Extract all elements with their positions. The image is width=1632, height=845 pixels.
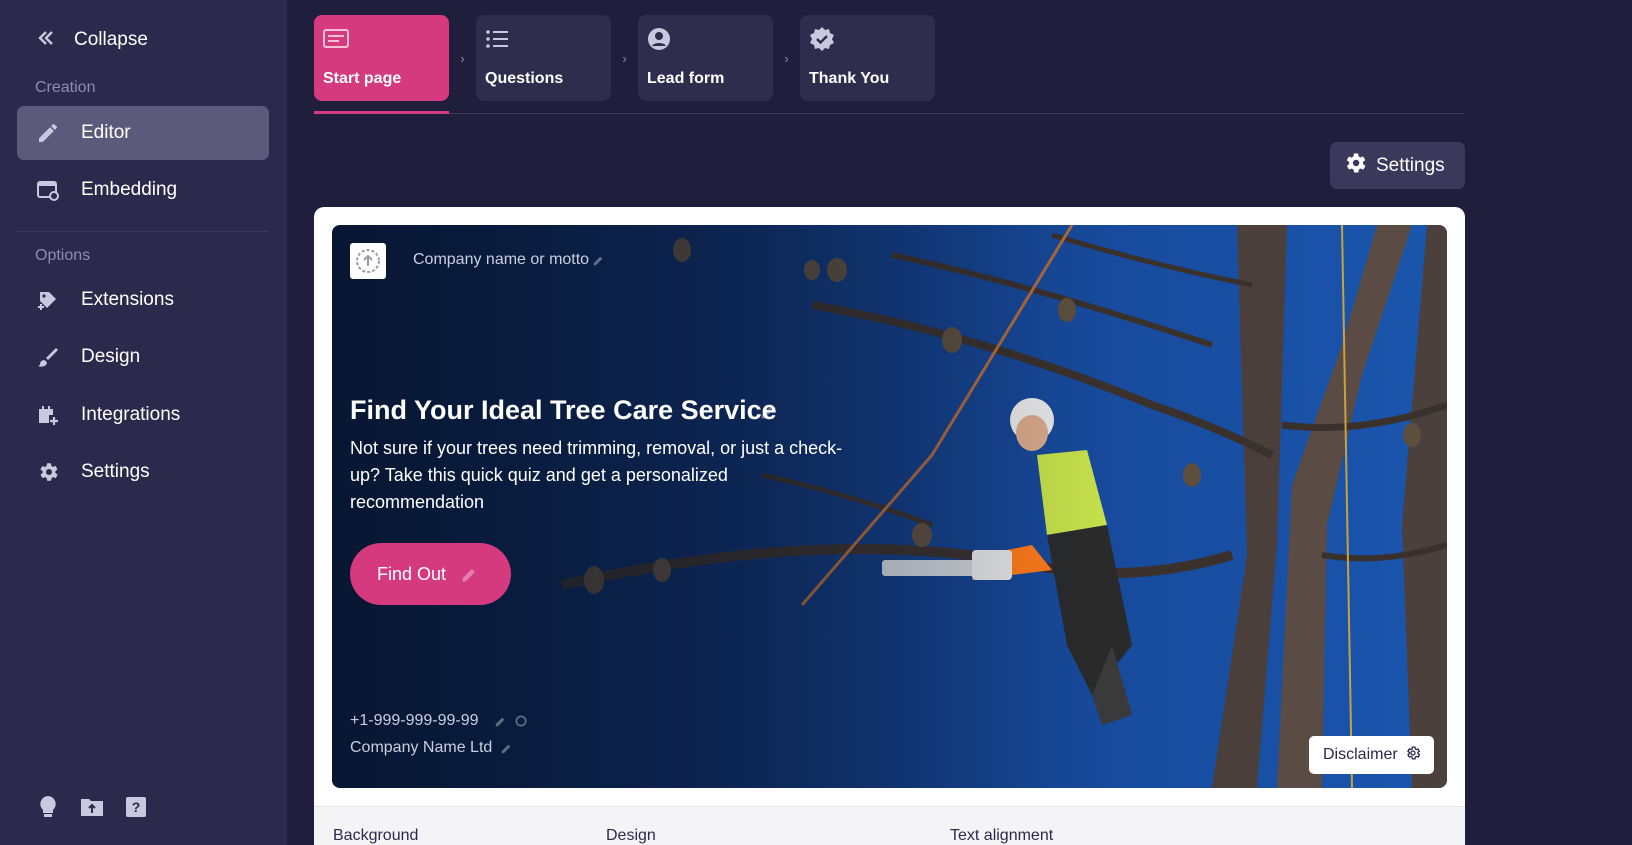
sidebar-item-design[interactable]: Design: [17, 330, 269, 384]
gear-icon[interactable]: [514, 714, 528, 733]
design-label: Design: [606, 827, 656, 844]
tabs-divider: [314, 113, 1465, 114]
active-tab-indicator: [314, 111, 449, 114]
brush-icon: [35, 344, 61, 370]
settings-button[interactable]: Settings: [1330, 142, 1465, 189]
tab-start-page[interactable]: Start page: [314, 15, 449, 101]
disclaimer-button[interactable]: Disclaimer: [1309, 736, 1434, 774]
tab-thank-you[interactable]: Thank You: [800, 15, 935, 101]
gear-icon: [1342, 150, 1368, 181]
find-out-button[interactable]: Find Out: [350, 543, 511, 605]
edit-pencil-icon[interactable]: [759, 401, 779, 426]
sidebar-item-embedding[interactable]: Embedding: [17, 163, 269, 217]
sidebar-bottom-icons: ?: [36, 794, 148, 820]
embed-icon: [35, 177, 61, 203]
sidebar-item-extensions[interactable]: Extensions: [17, 273, 269, 327]
double-chevron-left-icon: [36, 28, 56, 53]
hero-description[interactable]: Not sure if your trees need trimming, re…: [350, 435, 860, 516]
hero-title[interactable]: Find Your Ideal Tree Care Service: [350, 395, 777, 426]
svg-text:?: ?: [132, 799, 141, 815]
sidebar-item-label: Design: [81, 346, 141, 367]
phone-number[interactable]: +1-999-999-99-99: [350, 712, 479, 730]
sidebar: Collapse Creation Editor Embedding Optio…: [0, 0, 287, 845]
verified-icon: [809, 25, 837, 53]
app-root: Collapse Creation Editor Embedding Optio…: [0, 0, 1632, 845]
sidebar-item-editor[interactable]: Editor: [17, 106, 269, 160]
list-icon: [485, 25, 513, 53]
sidebar-divider: [17, 231, 269, 232]
gear-icon: [35, 459, 61, 485]
background-label: Background: [333, 827, 419, 844]
tab-label: Thank You: [809, 70, 890, 87]
sidebar-item-label: Editor: [81, 122, 131, 143]
logo-upload-button[interactable]: [350, 243, 386, 279]
tab-label: Start page: [323, 70, 402, 87]
gear-icon: [1405, 745, 1421, 766]
sidebar-item-label: Extensions: [81, 289, 174, 310]
calendar-plus-icon: [35, 402, 61, 428]
edit-pencil-icon[interactable]: [500, 741, 514, 760]
text-alignment-label: Text alignment: [950, 827, 1054, 844]
collapse-button[interactable]: Collapse: [36, 24, 148, 56]
puzzle-icon: [35, 287, 61, 313]
settings-panel: Background Design Text alignment: [314, 806, 1465, 845]
sidebar-item-integrations[interactable]: Integrations: [17, 388, 269, 442]
settings-label: Settings: [1376, 154, 1445, 176]
tab-lead-form[interactable]: Lead form: [638, 15, 773, 101]
sidebar-item-label: Settings: [81, 461, 150, 482]
lightbulb-icon[interactable]: [36, 794, 60, 820]
pencil-icon: [35, 120, 61, 146]
sidebar-item-settings[interactable]: Settings: [17, 445, 269, 499]
tab-label: Questions: [485, 70, 564, 87]
start-page-preview: Company name or motto Find Your Ideal Tr…: [332, 225, 1447, 788]
folder-upload-icon[interactable]: [80, 794, 104, 820]
chevron-right-icon: ›: [622, 50, 627, 66]
section-label-options: Options: [35, 247, 91, 264]
sidebar-item-label: Integrations: [81, 404, 181, 425]
chevron-right-icon: ›: [784, 50, 789, 66]
collapse-label: Collapse: [74, 29, 148, 50]
edit-pencil-icon[interactable]: [460, 564, 480, 589]
chevron-right-icon: ›: [460, 50, 465, 66]
sidebar-item-label: Embedding: [81, 179, 178, 200]
user-circle-icon: [647, 25, 675, 53]
edit-pencil-icon[interactable]: [592, 253, 606, 272]
cta-label: Find Out: [377, 563, 447, 584]
tab-label: Lead form: [647, 70, 725, 87]
help-icon[interactable]: ?: [124, 794, 148, 820]
tab-questions[interactable]: Questions: [476, 15, 611, 101]
section-label-creation: Creation: [35, 79, 96, 96]
company-name[interactable]: Company Name Ltd: [350, 739, 492, 757]
upload-icon: [356, 249, 380, 273]
page-icon: [323, 25, 351, 53]
disclaimer-label: Disclaimer: [1323, 746, 1398, 763]
company-motto[interactable]: Company name or motto: [413, 251, 589, 269]
edit-pencil-icon[interactable]: [494, 714, 508, 733]
step-tabs: Start page › Questions › Lead form › Tha…: [314, 15, 935, 101]
